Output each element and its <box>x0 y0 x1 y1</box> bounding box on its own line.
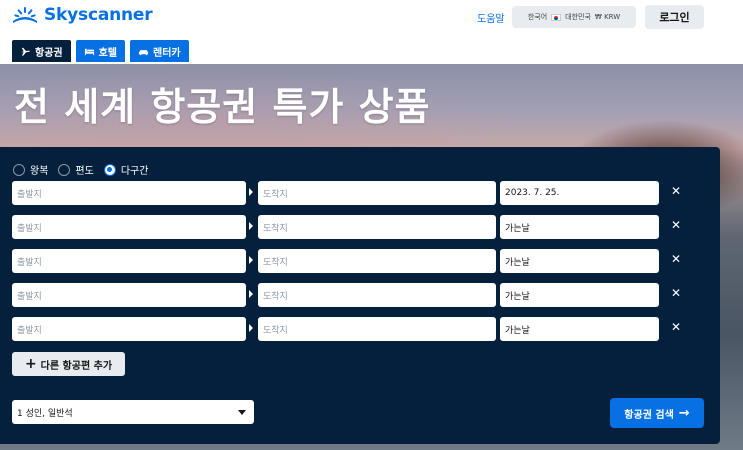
origin-input[interactable]: 출발지 <box>12 283 246 307</box>
depart-date-input[interactable]: 가는날 <box>500 215 659 239</box>
swap-arrow-icon[interactable] <box>249 188 253 196</box>
remove-leg-icon[interactable]: ✕ <box>671 320 681 334</box>
help-link[interactable]: 도움말 <box>477 10 505 25</box>
radio-checked-icon <box>103 163 116 176</box>
remove-leg-icon[interactable]: ✕ <box>671 218 681 232</box>
hero-title: 전 세계 항공권 특가 상품 <box>14 85 431 129</box>
chevron-down-icon <box>238 410 246 415</box>
depart-date-input[interactable]: 2023. 7. 25. <box>500 181 659 205</box>
bed-icon <box>84 48 94 55</box>
add-flight-button[interactable]: + 다른 항공편 추가 <box>12 352 125 376</box>
swap-arrow-icon[interactable] <box>249 324 253 332</box>
depart-date-input[interactable]: 가는날 <box>500 249 659 273</box>
destination-input[interactable]: 도착지 <box>258 317 496 341</box>
logo[interactable]: Skyscanner <box>12 5 153 25</box>
plus-icon: + <box>24 355 37 372</box>
radio-icon <box>58 163 71 176</box>
destination-input[interactable]: 도착지 <box>258 249 496 273</box>
trip-type-return[interactable]: 왕복 <box>13 162 48 177</box>
remove-leg-icon[interactable]: ✕ <box>671 252 681 266</box>
tab-hotels-label: 호텔 <box>98 47 118 59</box>
swap-arrow-icon[interactable] <box>249 256 253 264</box>
logo-text: Skyscanner <box>44 5 153 25</box>
trip-type-selector: 왕복 편도 다구간 <box>13 162 148 177</box>
trip-type-one-way-label: 편도 <box>75 166 94 177</box>
remove-leg-icon[interactable]: ✕ <box>671 286 681 300</box>
trip-type-multi-city[interactable]: 다구간 <box>103 162 149 177</box>
depart-date-input[interactable]: 가는날 <box>500 317 659 341</box>
destination-input[interactable]: 도착지 <box>258 181 496 205</box>
flight-leg-5: 출발지 도착지 가는날 ✕ <box>12 317 692 341</box>
swap-arrow-icon[interactable] <box>249 290 253 298</box>
origin-input[interactable]: 출발지 <box>12 181 246 205</box>
language-label: 한국어 <box>527 13 548 21</box>
flight-leg-4: 출발지 도착지 가는날 ✕ <box>12 283 692 307</box>
tab-car-hire[interactable]: 렌터카 <box>130 40 189 62</box>
travellers-value: 1 성인, 일반석 <box>17 408 73 419</box>
swap-arrow-icon[interactable] <box>249 222 253 230</box>
travellers-cabin-select[interactable]: 1 성인, 일반석 <box>12 400 254 424</box>
add-flight-label: 다른 항공편 추가 <box>40 360 113 372</box>
flight-leg-1: 출발지 도착지 2023. 7. 25. ✕ <box>12 181 692 205</box>
sunrise-logo-icon <box>13 7 37 23</box>
destination-input[interactable]: 도착지 <box>258 215 496 239</box>
trip-type-one-way[interactable]: 편도 <box>58 162 94 177</box>
plane-icon <box>20 47 30 56</box>
destination-input[interactable]: 도착지 <box>258 283 496 307</box>
origin-input[interactable]: 출발지 <box>12 317 246 341</box>
trip-type-return-label: 왕복 <box>30 166 49 177</box>
radio-icon <box>13 163 25 176</box>
product-tabs: 항공권 호텔 렌터카 <box>12 40 189 62</box>
trip-type-multi-city-label: 다구간 <box>120 166 149 177</box>
tab-hotels[interactable]: 호텔 <box>75 40 126 62</box>
login-button[interactable]: 로그인 <box>645 5 704 29</box>
arrow-right-icon: → <box>678 405 690 421</box>
search-flights-button[interactable]: 항공권 검색 → <box>610 398 704 428</box>
locale-button[interactable]: 한국어 대한민국 ₩ KRW <box>512 6 636 28</box>
flight-leg-3: 출발지 도착지 가는날 ✕ <box>12 249 692 273</box>
remove-leg-icon[interactable]: ✕ <box>671 184 681 198</box>
flight-leg-2: 출발지 도착지 가는날 ✕ <box>12 215 692 239</box>
depart-date-input[interactable]: 가는날 <box>500 283 659 307</box>
origin-input[interactable]: 출발지 <box>12 215 246 239</box>
search-flights-label: 항공권 검색 <box>624 409 674 421</box>
tab-flights-label: 항공권 <box>35 47 63 59</box>
region-label: 대한민국 <box>565 13 591 21</box>
tab-car-hire-label: 렌터카 <box>153 47 181 59</box>
currency-label: ₩ KRW <box>594 13 621 21</box>
origin-input[interactable]: 출발지 <box>12 249 246 273</box>
korea-flag-icon <box>551 13 562 21</box>
tab-flights[interactable]: 항공권 <box>12 40 71 62</box>
car-icon <box>138 49 149 55</box>
